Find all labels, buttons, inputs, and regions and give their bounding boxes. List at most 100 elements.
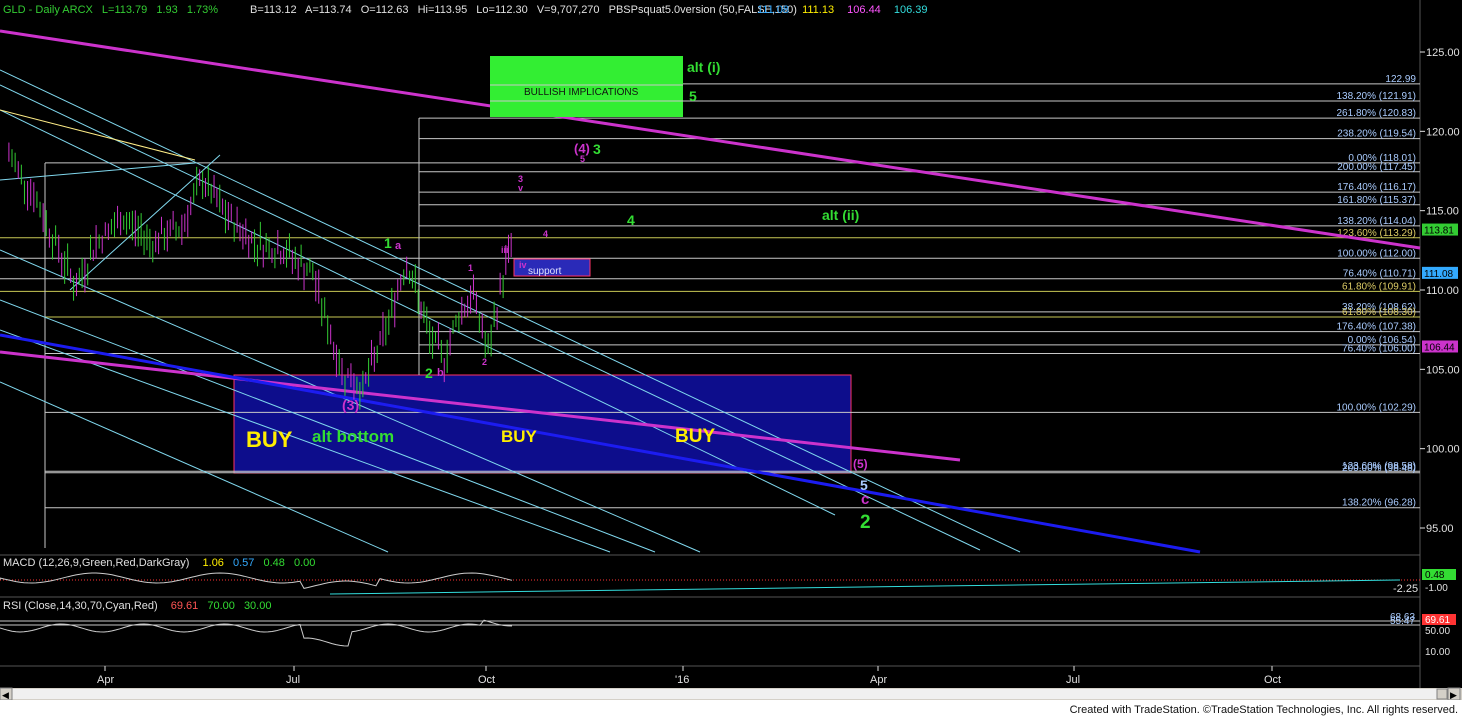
study-value-1: 111.08	[757, 4, 789, 16]
svg-text:GLD - Daily ARCX L=11: GLD - Daily ARCX L=113.79 1.93 1.73%	[3, 4, 218, 16]
scroll-thumb[interactable]	[1436, 688, 1448, 700]
label-3-paren: (3)	[342, 397, 359, 413]
study-value-3: 106.44	[847, 4, 881, 16]
label-alt-ii: alt (ii)	[822, 207, 859, 223]
label-4-small: 4	[543, 229, 548, 239]
label-2-small: 2	[482, 357, 487, 367]
price-chart[interactable]: GLD - Daily ARCX L=113.79 1.93 1.73% B=1…	[0, 0, 1462, 701]
chevron-right-icon: ▶	[1450, 690, 1457, 700]
scrollbar[interactable]: ◀ ▶	[0, 687, 1462, 701]
y-tick-label: 115.00	[1426, 206, 1459, 218]
footer-credit: Created with TradeStation. ©TradeStation…	[1069, 704, 1458, 716]
macd-value-1: 1.06	[203, 557, 224, 569]
macd-badge-2: -1.00	[1425, 583, 1448, 594]
x-tick-label: '16	[675, 674, 689, 686]
y-tick-label: 95.00	[1426, 523, 1454, 535]
support-label: support	[528, 266, 562, 277]
label-buy-1: BUY	[246, 427, 293, 452]
fib-label: 122.99	[1385, 74, 1416, 85]
x-tick-label: Oct	[478, 674, 495, 686]
fib-label: 61.80% (108.30)	[1342, 307, 1416, 318]
y-tick-label: 125.00	[1426, 47, 1460, 59]
chevron-left-icon: ◀	[2, 690, 9, 700]
macd-badge-1: 0.48	[1425, 570, 1445, 581]
rsi-badge-1: 69.61	[1425, 615, 1450, 626]
label-v-small: v	[518, 183, 523, 193]
macd-level: -2.25	[1393, 583, 1418, 595]
x-tick-label: Jul	[1066, 674, 1080, 686]
chart-header: GLD - Daily ARCX L=113.79 1.93 1.73% B=1…	[3, 4, 928, 16]
price-badge-label: 111.08	[1424, 269, 1454, 280]
label-5-small: 5	[580, 154, 585, 164]
fib-label: 200.00% (117.45)	[1337, 162, 1416, 173]
chart-window: GLD - Daily ARCX L=113.79 1.93 1.73% B=1…	[0, 0, 1462, 720]
fib-label: 138.20% (114.04)	[1337, 216, 1416, 227]
fib-label: 61.80% (109.91)	[1342, 281, 1416, 292]
rsi-label: RSI (Close,14,30,70,Cyan,Red)	[3, 600, 158, 612]
label-alt-i: alt (i)	[687, 59, 720, 75]
label-1-green: 1	[384, 235, 392, 251]
header-bid: B=113.12	[250, 4, 297, 16]
header-hi: Hi=113.95	[418, 4, 468, 16]
header-change: 1.93	[156, 4, 177, 16]
y-tick-label: 100.00	[1426, 444, 1460, 456]
fib-label: 76.40% (110.71)	[1343, 269, 1416, 280]
label-2-green: 2	[425, 365, 433, 381]
rsi-value-2: 70.00	[207, 600, 235, 612]
fib-label: 76.40% (106.00)	[1342, 343, 1416, 354]
svg-text:MACD (12,26,9,Green,Red,DarkGr: MACD (12,26,9,Green,Red,DarkGray) 1.06 0…	[3, 557, 315, 569]
study-value-2: 111.13	[802, 4, 834, 16]
label-4-green: 4	[627, 212, 635, 228]
label-b: b	[437, 367, 444, 379]
rsi-axis: 10.00	[1425, 647, 1450, 658]
header-volume: V=9,707,270	[537, 4, 600, 16]
fib-label: 176.40% (116.17)	[1337, 182, 1416, 193]
fib-label: 138.20% (96.28)	[1342, 498, 1416, 509]
study-value-4: 106.39	[894, 4, 928, 16]
bullish-implications-label: BULLISH IMPLICATIONS	[524, 87, 639, 98]
rsi-value-1: 69.61	[171, 600, 199, 612]
fib-label: 200.00% (98.48)	[1342, 463, 1416, 474]
label-5-green: 5	[689, 88, 697, 104]
x-tick-label: Jul	[286, 674, 300, 686]
header-change-pct: 1.73%	[187, 4, 218, 16]
fib-label: 238.20% (119.54)	[1337, 129, 1416, 140]
label-5-paren: (5)	[853, 457, 868, 471]
label-c: c	[861, 491, 869, 508]
rsi-badge-2: 50.00	[1425, 626, 1450, 637]
header-open: O=112.63	[361, 4, 409, 16]
label-iv: iv	[519, 260, 527, 270]
svg-text:B=113.12 A=113.74: B=113.12 A=113.74 O=112.63 Hi=113.95 Lo=…	[250, 4, 797, 16]
label-alt-bottom: alt bottom	[312, 427, 394, 446]
price-badge-label: 106.44	[1424, 342, 1455, 353]
macd-value-2: 0.57	[233, 557, 254, 569]
fib-label: 261.80% (120.83)	[1336, 108, 1416, 119]
price-badge-label: 113.81	[1424, 226, 1454, 237]
header-symbol: GLD - Daily ARCX	[3, 4, 94, 16]
rsi-value-3: 30.00	[244, 600, 272, 612]
label-3-green: 3	[593, 141, 601, 157]
label-2-big: 2	[860, 512, 871, 533]
fib-label: 100.00% (112.00)	[1337, 248, 1416, 259]
fib-label: 138.20% (121.91)	[1336, 91, 1416, 102]
rsi-level-2: 55.47	[1390, 616, 1415, 627]
label-buy-2: BUY	[501, 427, 538, 446]
macd-value-3: 0.48	[263, 557, 284, 569]
bullish-implications-box: BULLISH IMPLICATIONS	[490, 56, 683, 117]
header-ask: A=113.74	[305, 4, 352, 16]
x-tick-label: Apr	[97, 674, 114, 686]
label-buy-3: BUY	[675, 426, 715, 447]
header-lo: Lo=112.30	[476, 4, 528, 16]
svg-text:RSI (Close,14,30,70,Cyan,Red): RSI (Close,14,30,70,Cyan,Red) 69.61 70.0…	[3, 600, 271, 612]
fib-label: 176.40% (107.38)	[1336, 322, 1416, 333]
fib-label: 100.00% (102.29)	[1336, 402, 1416, 413]
y-tick-label: 110.00	[1426, 285, 1459, 297]
x-tick-label: Oct	[1264, 674, 1281, 686]
label-a: a	[395, 240, 402, 252]
y-tick-label: 120.00	[1426, 126, 1460, 138]
x-tick-label: Apr	[870, 674, 887, 686]
y-tick-label: 105.00	[1426, 364, 1460, 376]
fib-label: 161.80% (115.37)	[1337, 195, 1416, 206]
label-iii: iii	[501, 245, 509, 255]
label-1-small: 1	[468, 263, 473, 273]
